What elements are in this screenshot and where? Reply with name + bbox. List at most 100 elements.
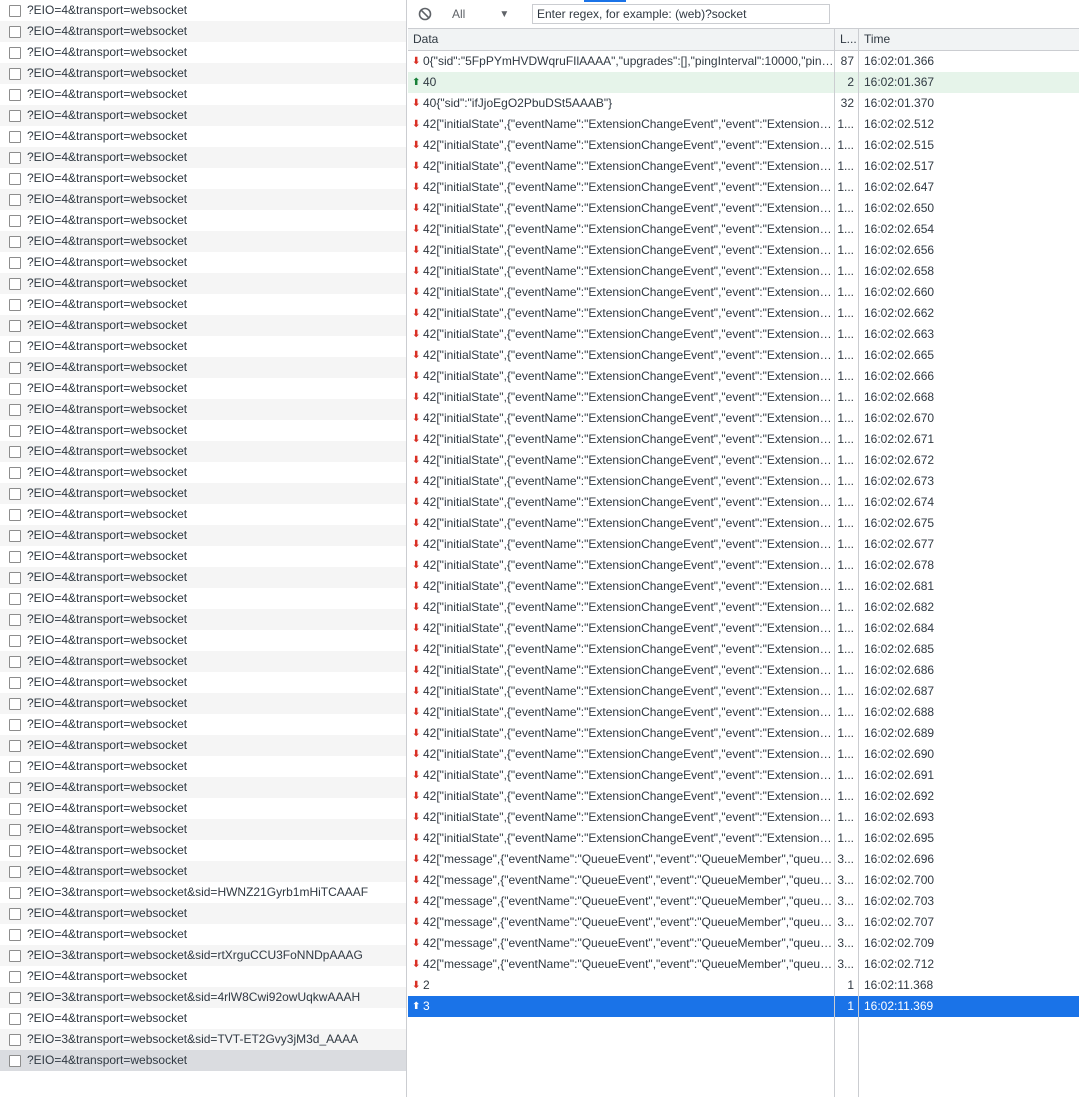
connection-row[interactable]: ?EIO=4&transport=websocket bbox=[0, 1008, 406, 1029]
message-row[interactable]: ⬇ 42["initialState",{"eventName":"Extensi… bbox=[408, 429, 1079, 450]
connection-row[interactable]: ?EIO=4&transport=websocket bbox=[0, 504, 406, 525]
message-row[interactable]: ⬇ 42["initialState",{"eventName":"Extensi… bbox=[408, 786, 1079, 807]
connection-row[interactable]: ?EIO=4&transport=websocket bbox=[0, 0, 406, 21]
message-row[interactable]: ⬇ 42["initialState",{"eventName":"Extensi… bbox=[408, 450, 1079, 471]
connection-row[interactable]: ?EIO=4&transport=websocket bbox=[0, 357, 406, 378]
connection-row[interactable]: ?EIO=4&transport=websocket bbox=[0, 1050, 406, 1071]
message-row[interactable]: ⬇ 42["initialState",{"eventName":"Extensi… bbox=[408, 639, 1079, 660]
connection-row[interactable]: ?EIO=4&transport=websocket bbox=[0, 189, 406, 210]
block-icon[interactable] bbox=[418, 7, 432, 21]
message-row[interactable]: ⬇ 42["initialState",{"eventName":"Extensi… bbox=[408, 765, 1079, 786]
message-row[interactable]: ⬇ 42["initialState",{"eventName":"Extensi… bbox=[408, 702, 1079, 723]
message-row[interactable]: ⬇ 42["initialState",{"eventName":"Extensi… bbox=[408, 618, 1079, 639]
connection-row[interactable]: ?EIO=3&transport=websocket&sid=TVT-ET2Gv… bbox=[0, 1029, 406, 1050]
connection-row[interactable]: ?EIO=4&transport=websocket bbox=[0, 609, 406, 630]
connection-row[interactable]: ?EIO=4&transport=websocket bbox=[0, 756, 406, 777]
message-row[interactable]: ⬇ 0{"sid":"5FpPYmHVDWqruFIlAAAA","upgrade… bbox=[408, 51, 1079, 72]
message-row[interactable]: ⬇ 2 1 16:02:11.368 bbox=[408, 975, 1079, 996]
connection-row[interactable]: ?EIO=4&transport=websocket bbox=[0, 693, 406, 714]
message-row[interactable]: ⬇ 42["initialState",{"eventName":"Extensi… bbox=[408, 282, 1079, 303]
connection-row[interactable]: ?EIO=4&transport=websocket bbox=[0, 42, 406, 63]
message-row[interactable]: ⬆ 3 1 16:02:11.369 bbox=[408, 996, 1079, 1017]
message-row[interactable]: ⬇ 42["initialState",{"eventName":"Extensi… bbox=[408, 744, 1079, 765]
message-row[interactable]: ⬇ 42["initialState",{"eventName":"Extensi… bbox=[408, 681, 1079, 702]
connection-row[interactable]: ?EIO=4&transport=websocket bbox=[0, 777, 406, 798]
connection-row[interactable]: ?EIO=4&transport=websocket bbox=[0, 105, 406, 126]
message-row[interactable]: ⬇ 42["initialState",{"eventName":"Extensi… bbox=[408, 345, 1079, 366]
connection-row[interactable]: ?EIO=4&transport=websocket bbox=[0, 420, 406, 441]
message-row[interactable]: ⬇ 42["message",{"eventName":"QueueEvent",… bbox=[408, 870, 1079, 891]
message-row[interactable]: ⬇ 42["initialState",{"eventName":"Extensi… bbox=[408, 156, 1079, 177]
connection-row[interactable]: ?EIO=4&transport=websocket bbox=[0, 525, 406, 546]
message-row[interactable]: ⬇ 40{"sid":"ifJjoEgO2PbuDSt5AAAB"} 32 16:02… bbox=[408, 93, 1079, 114]
message-row[interactable]: ⬇ 42["message",{"eventName":"QueueEvent",… bbox=[408, 912, 1079, 933]
message-row[interactable]: ⬇ 42["initialState",{"eventName":"Extensi… bbox=[408, 324, 1079, 345]
column-header-length[interactable]: L... bbox=[834, 29, 858, 50]
message-row[interactable]: ⬇ 42["initialState",{"eventName":"Extensi… bbox=[408, 807, 1079, 828]
message-row[interactable]: ⬇ 42["message",{"eventName":"QueueEvent",… bbox=[408, 933, 1079, 954]
connection-row[interactable]: ?EIO=4&transport=websocket bbox=[0, 336, 406, 357]
connection-row[interactable]: ?EIO=4&transport=websocket bbox=[0, 294, 406, 315]
connection-row[interactable]: ?EIO=3&transport=websocket&sid=4rlW8Cwi9… bbox=[0, 987, 406, 1008]
message-row[interactable]: ⬇ 42["initialState",{"eventName":"Extensi… bbox=[408, 387, 1079, 408]
connection-row[interactable]: ?EIO=4&transport=websocket bbox=[0, 126, 406, 147]
message-row[interactable]: ⬇ 42["message",{"eventName":"QueueEvent",… bbox=[408, 891, 1079, 912]
message-row[interactable]: ⬇ 42["initialState",{"eventName":"Extensi… bbox=[408, 534, 1079, 555]
message-row[interactable]: ⬇ 42["message",{"eventName":"QueueEvent",… bbox=[408, 849, 1079, 870]
connection-row[interactable]: ?EIO=4&transport=websocket bbox=[0, 63, 406, 84]
connection-row[interactable]: ?EIO=4&transport=websocket bbox=[0, 462, 406, 483]
connection-row[interactable]: ?EIO=4&transport=websocket bbox=[0, 399, 406, 420]
connection-row[interactable]: ?EIO=4&transport=websocket bbox=[0, 441, 406, 462]
regex-filter-input[interactable] bbox=[532, 4, 830, 24]
connection-row[interactable]: ?EIO=4&transport=websocket bbox=[0, 252, 406, 273]
connection-row[interactable]: ?EIO=4&transport=websocket bbox=[0, 315, 406, 336]
message-row[interactable]: ⬇ 42["initialState",{"eventName":"Extensi… bbox=[408, 576, 1079, 597]
connection-row[interactable]: ?EIO=4&transport=websocket bbox=[0, 861, 406, 882]
message-row[interactable]: ⬇ 42["initialState",{"eventName":"Extensi… bbox=[408, 408, 1079, 429]
message-row[interactable]: ⬇ 42["message",{"eventName":"QueueEvent",… bbox=[408, 954, 1079, 975]
message-row[interactable]: ⬇ 42["initialState",{"eventName":"Extensi… bbox=[408, 177, 1079, 198]
connection-row[interactable]: ?EIO=4&transport=websocket bbox=[0, 798, 406, 819]
message-row[interactable]: ⬇ 42["initialState",{"eventName":"Extensi… bbox=[408, 471, 1079, 492]
message-row[interactable]: ⬇ 42["initialState",{"eventName":"Extensi… bbox=[408, 660, 1079, 681]
message-row[interactable]: ⬇ 42["initialState",{"eventName":"Extensi… bbox=[408, 366, 1079, 387]
connection-row[interactable]: ?EIO=4&transport=websocket bbox=[0, 210, 406, 231]
connection-row[interactable]: ?EIO=3&transport=websocket&sid=rtXrguCCU… bbox=[0, 945, 406, 966]
message-row[interactable]: ⬇ 42["initialState",{"eventName":"Extensi… bbox=[408, 198, 1079, 219]
connection-row[interactable]: ?EIO=4&transport=websocket bbox=[0, 588, 406, 609]
message-row[interactable]: ⬇ 42["initialState",{"eventName":"Extensi… bbox=[408, 303, 1079, 324]
message-row[interactable]: ⬇ 42["initialState",{"eventName":"Extensi… bbox=[408, 555, 1079, 576]
message-filter-select[interactable]: All ▼ bbox=[444, 7, 514, 21]
message-row[interactable]: ⬇ 42["initialState",{"eventName":"Extensi… bbox=[408, 135, 1079, 156]
message-row[interactable]: ⬇ 42["initialState",{"eventName":"Extensi… bbox=[408, 597, 1079, 618]
message-row[interactable]: ⬇ 42["initialState",{"eventName":"Extensi… bbox=[408, 492, 1079, 513]
column-header-time[interactable]: Time bbox=[858, 29, 1079, 50]
connection-row[interactable]: ?EIO=4&transport=websocket bbox=[0, 168, 406, 189]
connection-row[interactable]: ?EIO=4&transport=websocket bbox=[0, 84, 406, 105]
connection-row[interactable]: ?EIO=4&transport=websocket bbox=[0, 630, 406, 651]
connection-row[interactable]: ?EIO=4&transport=websocket bbox=[0, 483, 406, 504]
connection-row[interactable]: ?EIO=4&transport=websocket bbox=[0, 378, 406, 399]
message-row[interactable]: ⬇ 42["initialState",{"eventName":"Extensi… bbox=[408, 219, 1079, 240]
connection-row[interactable]: ?EIO=4&transport=websocket bbox=[0, 966, 406, 987]
connection-row[interactable]: ?EIO=4&transport=websocket bbox=[0, 273, 406, 294]
message-row[interactable]: ⬇ 42["initialState",{"eventName":"Extensi… bbox=[408, 261, 1079, 282]
connection-row[interactable]: ?EIO=4&transport=websocket bbox=[0, 651, 406, 672]
connection-row[interactable]: ?EIO=4&transport=websocket bbox=[0, 21, 406, 42]
connection-row[interactable]: ?EIO=4&transport=websocket bbox=[0, 567, 406, 588]
message-row[interactable]: ⬆ 40 2 16:02:01.367 bbox=[408, 72, 1079, 93]
connection-row[interactable]: ?EIO=3&transport=websocket&sid=HWNZ21Gyr… bbox=[0, 882, 406, 903]
column-header-data[interactable]: Data bbox=[408, 29, 834, 50]
connection-row[interactable]: ?EIO=4&transport=websocket bbox=[0, 546, 406, 567]
connection-row[interactable]: ?EIO=4&transport=websocket bbox=[0, 735, 406, 756]
connection-row[interactable]: ?EIO=4&transport=websocket bbox=[0, 147, 406, 168]
message-row[interactable]: ⬇ 42["initialState",{"eventName":"Extensi… bbox=[408, 114, 1079, 135]
message-row[interactable]: ⬇ 42["initialState",{"eventName":"Extensi… bbox=[408, 240, 1079, 261]
connection-row[interactable]: ?EIO=4&transport=websocket bbox=[0, 819, 406, 840]
connection-row[interactable]: ?EIO=4&transport=websocket bbox=[0, 840, 406, 861]
connection-row[interactable]: ?EIO=4&transport=websocket bbox=[0, 714, 406, 735]
connection-row[interactable]: ?EIO=4&transport=websocket bbox=[0, 924, 406, 945]
connection-row[interactable]: ?EIO=4&transport=websocket bbox=[0, 231, 406, 252]
connection-row[interactable]: ?EIO=4&transport=websocket bbox=[0, 672, 406, 693]
message-row[interactable]: ⬇ 42["initialState",{"eventName":"Extensi… bbox=[408, 513, 1079, 534]
